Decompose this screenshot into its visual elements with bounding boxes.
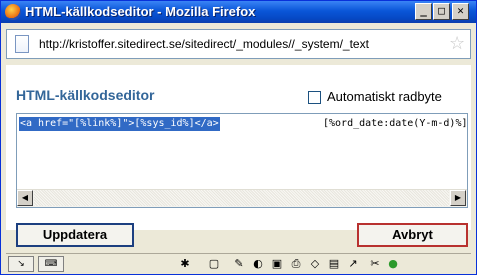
horizontal-scrollbar[interactable]: ◀ ▶ bbox=[17, 189, 467, 207]
cursor-icon[interactable]: ↘ bbox=[8, 256, 34, 272]
source-code-textarea[interactable]: <a href="[%link%]">[%sys_id%]</a> [%ord_… bbox=[16, 113, 468, 208]
status-bar: ↘ ⌨ ✱ ▢ ✎ ◐ ▣ ⎙ ◇ ▤ ↗ ✂ ● bbox=[6, 253, 471, 274]
window-icon[interactable]: ▤ bbox=[327, 257, 341, 271]
scroll-left-icon[interactable]: ◀ bbox=[17, 190, 33, 206]
minimize-button[interactable]: _ bbox=[415, 3, 432, 20]
bug-icon[interactable]: ✱ bbox=[178, 257, 192, 271]
page-title: HTML-källkodseditor bbox=[16, 87, 155, 103]
maximize-button[interactable]: □ bbox=[433, 3, 450, 20]
url-text[interactable]: http://kristoffer.sitedirect.se/sitedire… bbox=[39, 37, 449, 51]
selected-code: <a href="[%link%]">[%sys_id%]</a> bbox=[19, 117, 220, 131]
pencil-icon[interactable]: ✎ bbox=[232, 257, 246, 271]
tools-icon[interactable]: ✂ bbox=[368, 257, 382, 271]
address-bar[interactable]: http://kristoffer.sitedirect.se/sitedire… bbox=[6, 29, 471, 59]
scroll-track[interactable] bbox=[34, 190, 449, 206]
browser-window: HTML-källkodseditor - Mozilla Firefox _ … bbox=[0, 0, 477, 275]
page-icon bbox=[15, 35, 29, 53]
save-icon[interactable]: ▣ bbox=[270, 257, 284, 271]
status-ok-icon: ● bbox=[388, 257, 398, 270]
paint-icon[interactable]: ◇ bbox=[308, 257, 322, 271]
bookmark-star-icon[interactable]: ☆ bbox=[449, 33, 465, 54]
wrap-checkbox[interactable] bbox=[308, 91, 321, 104]
print-icon[interactable]: ⎙ bbox=[289, 257, 303, 271]
window-title: HTML-källkodseditor - Mozilla Firefox bbox=[25, 4, 256, 19]
chart-icon[interactable]: ↗ bbox=[346, 257, 360, 271]
wrap-checkbox-label[interactable]: Automatiskt radbyte bbox=[327, 89, 442, 104]
title-bar[interactable]: HTML-källkodseditor - Mozilla Firefox _ … bbox=[1, 1, 476, 23]
code-text: [%ord_date:date(Y-m-d)%] bbox=[323, 118, 468, 129]
keyboard-icon[interactable]: ⌨ bbox=[38, 256, 64, 272]
firefox-icon bbox=[5, 4, 21, 20]
scroll-right-icon[interactable]: ▶ bbox=[450, 190, 466, 206]
cancel-button[interactable]: Avbryt bbox=[357, 223, 468, 247]
palette-icon[interactable]: ◐ bbox=[251, 257, 265, 271]
update-button[interactable]: Uppdatera bbox=[16, 223, 134, 247]
page-icon[interactable]: ▢ bbox=[207, 257, 221, 271]
close-button[interactable]: ✕ bbox=[452, 3, 469, 20]
